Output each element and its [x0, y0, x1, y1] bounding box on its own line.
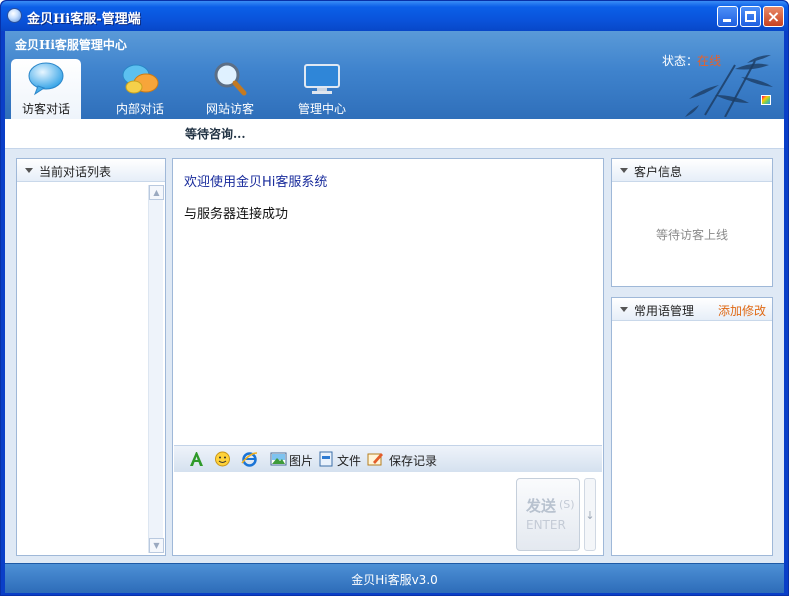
smiley-icon [215, 451, 230, 467]
add-edit-phrases-link[interactable]: 添加修改 [718, 302, 766, 319]
panel-title: 常用语管理 [634, 304, 695, 318]
center-title: 金贝Hi客服管理中心 [15, 38, 127, 52]
tab-internal-chat[interactable]: 内部对话 [105, 59, 175, 119]
conversation-list-panel: 当前对话列表 ▲ ▼ [16, 158, 166, 556]
minimize-button[interactable] [717, 6, 738, 27]
bamboo-decoration-icon [685, 55, 773, 117]
panel-header[interactable]: 客户信息 [612, 159, 772, 182]
file-button[interactable]: 文件 [318, 450, 362, 468]
panel-header[interactable]: 当前对话列表 [17, 159, 165, 182]
message-input[interactable]: 发送 (S) ENTER ↓ [174, 472, 602, 555]
window-title: 金贝Hi客服-管理端 [27, 12, 141, 27]
close-button[interactable]: × [763, 6, 784, 27]
app-window: 金贝Hi客服-管理端 × 金贝Hi客服管理中心 状态： 在线 访客对话 内部对话… [0, 0, 789, 596]
font-color-icon [190, 452, 203, 466]
scroll-up-icon[interactable]: ▲ [149, 185, 164, 200]
chat-message: 欢迎使用金贝Hi客服系统 [184, 175, 328, 190]
arrow-down-icon: ↓ [585, 509, 595, 522]
app-logo-icon [7, 8, 22, 23]
client-area: 金贝Hi客服管理中心 状态： 在线 访客对话 内部对话 网站访客 管理中心 等待… [5, 31, 784, 593]
emoji-button[interactable] [214, 450, 232, 468]
minimize-icon [723, 19, 731, 22]
file-label: 文件 [337, 454, 362, 468]
common-phrases-panel: 常用语管理 添加修改 [611, 297, 773, 556]
maximize-button[interactable] [740, 6, 761, 27]
chat-panel: 欢迎使用金贝Hi客服系统 与服务器连接成功 图片 文件 保存记录 发送 (S) … [172, 158, 604, 556]
send-key-hint: ENTER [526, 518, 566, 532]
main-body: 当前对话列表 ▲ ▼ 欢迎使用金贝Hi客服系统 与服务器连接成功 图片 文件 保… [5, 149, 784, 563]
image-label: 图片 [289, 454, 314, 468]
font-button[interactable] [188, 450, 206, 468]
title-bar[interactable]: 金贝Hi客服-管理端 × [1, 1, 788, 31]
collapse-caret-icon[interactable] [25, 168, 33, 173]
browser-icon [241, 452, 258, 467]
header-banner: 金贝Hi客服管理中心 状态： 在线 访客对话 内部对话 网站访客 管理中心 [5, 31, 784, 119]
tab-label: 内部对话 [115, 102, 164, 116]
tab-website-visitors[interactable]: 网站访客 [195, 59, 265, 119]
file-icon [319, 451, 333, 467]
chat-toolbar: 图片 文件 保存记录 [174, 445, 602, 472]
waiting-text: 等待咨询... [185, 127, 246, 141]
maximize-icon [745, 11, 756, 22]
waiting-visitor-text: 等待访客上线 [655, 228, 728, 242]
skin-switch-icon[interactable] [761, 95, 771, 105]
tab-label: 网站访客 [205, 102, 254, 116]
send-button[interactable]: 发送 (S) ENTER [516, 478, 580, 551]
save-record-button[interactable]: 保存记录 [367, 450, 443, 468]
group-chat-icon [122, 64, 159, 94]
monitor-icon [304, 64, 340, 94]
tab-admin-center[interactable]: 管理中心 [287, 59, 357, 119]
collapse-caret-icon[interactable] [620, 168, 628, 173]
close-icon: × [766, 7, 781, 26]
scroll-down-icon[interactable]: ▼ [149, 538, 164, 553]
collapse-caret-icon[interactable] [620, 307, 628, 312]
panel-title: 客户信息 [634, 165, 683, 179]
magnifier-icon [214, 62, 247, 96]
save-record-icon [367, 453, 383, 466]
chat-message: 与服务器连接成功 [184, 207, 289, 222]
send-label: 发送 [526, 497, 557, 515]
send-shortcut: (S) [559, 498, 575, 511]
tab-label: 管理中心 [297, 102, 346, 116]
waiting-bar: 等待咨询... [5, 119, 784, 149]
image-icon [270, 452, 287, 466]
chat-bubble-icon [28, 62, 64, 96]
version-text: 金贝Hi客服v3.0 [351, 573, 438, 587]
save-record-label: 保存记录 [389, 454, 438, 468]
vertical-scrollbar[interactable]: ▲ ▼ [148, 185, 164, 553]
panel-title: 当前对话列表 [39, 165, 112, 179]
tab-visitor-chat[interactable]: 访客对话 [11, 59, 81, 119]
send-options-button[interactable]: ↓ [584, 478, 596, 551]
tab-label: 访客对话 [21, 102, 70, 116]
status-footer: 金贝Hi客服v3.0 [5, 563, 784, 593]
panel-header[interactable]: 常用语管理 添加修改 [612, 298, 772, 321]
customer-info-panel: 客户信息 等待访客上线 [611, 158, 773, 287]
image-button[interactable]: 图片 [270, 450, 314, 468]
web-link-button[interactable] [241, 450, 259, 468]
